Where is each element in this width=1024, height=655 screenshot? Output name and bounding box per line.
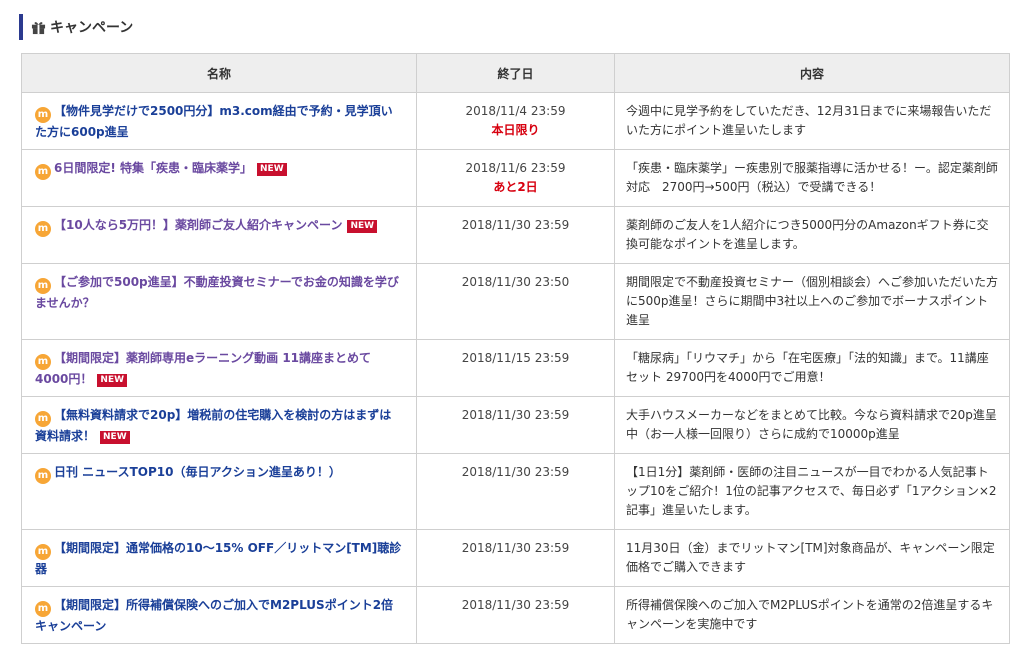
campaign-description: 所得補償保険へのご加入でM2PLUSポイントを通常の2倍進呈するキャンペーンを実… — [614, 586, 1010, 644]
m3-logo-icon: m — [35, 221, 51, 237]
m3-logo-icon: m — [35, 278, 51, 294]
table-header-row: 名称 終了日 内容 — [21, 53, 1010, 93]
table-row: m 【期間限定】通常価格の10～15% OFF／リットマン[TM]聴診器 2018/… — [21, 529, 1010, 587]
campaign-description: 大手ハウスメーカーなどをまとめて比較。今なら資料請求で20p進呈中（お一人様一回… — [614, 396, 1010, 454]
header-content: 内容 — [614, 53, 1010, 93]
end-date: 2018/11/30 23:59 — [461, 218, 570, 232]
campaign-name-cell: m 日刊 ニュースTOP10（毎日アクション進呈あり！） — [21, 453, 417, 530]
campaign-link[interactable]: 【物件見学だけで2500円分】m3.com経由で予約・見学頂いた方に600p進呈 — [35, 104, 393, 139]
campaign-name-cell: m 6日間限定! 特集「疾患・臨床薬学」 NEW — [21, 149, 417, 207]
deadline-label: 本日限り — [491, 123, 540, 137]
campaign-link[interactable]: 【期間限定】通常価格の10～15% OFF／リットマン[TM]聴診器 — [35, 541, 401, 576]
new-badge: NEW — [97, 374, 128, 387]
campaign-link[interactable]: 【期間限定】所得補償保険へのご加入でM2PLUSポイント2倍キャンペーン — [35, 598, 393, 633]
end-date: 2018/11/30 23:59 — [461, 598, 570, 612]
m3-logo-icon: m — [35, 354, 51, 370]
end-date: 2018/11/30 23:59 — [461, 408, 570, 422]
header-accent-bar — [19, 14, 23, 40]
table-row: m 【ご参加で500p進呈】不動産投資セミナーでお金の知識を学びませんか？ 2018… — [21, 263, 1010, 340]
campaign-link[interactable]: 日刊 ニュースTOP10（毎日アクション進呈あり！） — [54, 465, 341, 479]
end-date-cell: 2018/11/4 23:59 本日限り — [416, 92, 615, 150]
end-date-cell: 2018/11/15 23:59 — [416, 339, 615, 397]
campaign-name-cell: m 【期間限定】薬剤師専用eラーニング動画 11講座まとめて4000円！ NEW — [21, 339, 417, 397]
m3-logo-icon: m — [35, 164, 51, 180]
campaign-name-cell: m 【無料資料請求で20p】増税前の住宅購入を検討の方はまずは資料請求！ NEW — [21, 396, 417, 454]
header-end-date: 終了日 — [416, 53, 615, 93]
campaign-name-cell: m 【物件見学だけで2500円分】m3.com経由で予約・見学頂いた方に600p進… — [21, 92, 417, 150]
end-date: 2018/11/6 23:59 — [465, 161, 566, 175]
end-date-cell: 2018/11/30 23:59 — [416, 453, 615, 530]
campaign-link[interactable]: 【期間限定】薬剤師専用eラーニング動画 11講座まとめて4000円！ — [35, 351, 371, 386]
campaign-name-cell: m 【期間限定】所得補償保険へのご加入でM2PLUSポイント2倍キャンペーン — [21, 586, 417, 644]
campaign-description: 「糖尿病」「リウマチ」から「在宅医療」「法的知識」まで。11講座セット 2970… — [614, 339, 1010, 397]
new-badge: NEW — [100, 431, 130, 444]
campaign-name-cell: m 【ご参加で500p進呈】不動産投資セミナーでお金の知識を学びませんか？ — [21, 263, 417, 340]
end-date: 2018/11/15 23:59 — [461, 351, 570, 365]
campaign-description: 薬剤師のご友人を1人紹介につき5000円分のAmazonギフト券に交換可能なポイ… — [614, 206, 1010, 264]
campaign-description: 11月30日（金）までリットマン[TM]対象商品が、キャンペーン限定価格でご購入… — [614, 529, 1010, 587]
table-row: m 【期間限定】所得補償保険へのご加入でM2PLUSポイント2倍キャンペーン 201… — [21, 586, 1010, 644]
campaign-link[interactable]: 【無料資料請求で20p】増税前の住宅購入を検討の方はまずは資料請求！ — [35, 408, 391, 443]
end-date-cell: 2018/11/6 23:59 あと2日 — [416, 149, 615, 207]
m3-logo-icon: m — [35, 411, 51, 427]
m3-logo-icon: m — [35, 107, 51, 123]
end-date-cell: 2018/11/30 23:59 — [416, 529, 615, 587]
deadline-label: あと2日 — [493, 180, 538, 194]
campaign-link[interactable]: 【10人なら5万円！】薬剤師ご友人紹介キャンペーン — [54, 218, 342, 232]
campaign-link[interactable]: 6日間限定! 特集「疾患・臨床薬学」 — [54, 161, 252, 175]
section-header: キャンペーン — [19, 14, 419, 40]
campaign-description: 【1日1分】薬剤師・医師の注目ニュースが一目でわかる人気記事トップ10をご紹介！… — [614, 453, 1010, 530]
end-date: 2018/11/4 23:59 — [465, 104, 566, 118]
campaign-description: 期間限定で不動産投資セミナー（個別相談会）へご参加いただいた方に500p進呈！さ… — [614, 263, 1010, 340]
table-row: m 【期間限定】薬剤師専用eラーニング動画 11講座まとめて4000円！ NEW 20… — [21, 339, 1010, 397]
end-date-cell: 2018/11/30 23:59 — [416, 396, 615, 454]
campaign-name-cell: m 【期間限定】通常価格の10～15% OFF／リットマン[TM]聴診器 — [21, 529, 417, 587]
table-row: m 日刊 ニュースTOP10（毎日アクション進呈あり！） 2018/11/30 23… — [21, 453, 1010, 530]
campaign-description: 「疾患・臨床薬学」ー疾患別で服薬指導に活かせる！ー。認定薬剤師対応 2700円→… — [614, 149, 1010, 207]
header-name: 名称 — [21, 53, 417, 93]
m3-logo-icon: m — [35, 544, 51, 560]
section-title: キャンペーン — [50, 20, 134, 36]
m3-logo-icon: m — [35, 601, 51, 617]
end-date-cell: 2018/11/30 23:59 — [416, 586, 615, 644]
table-row: m 【無料資料請求で20p】増税前の住宅購入を検討の方はまずは資料請求！ NEW 20… — [21, 396, 1010, 454]
m3-logo-icon: m — [35, 468, 51, 484]
end-date: 2018/11/30 23:59 — [461, 541, 570, 555]
campaign-description: 今週中に見学予約をしていただき、12月31日までに来場報告いただいた方にポイント… — [614, 92, 1010, 150]
campaign-name-cell: m 【10人なら5万円！】薬剤師ご友人紹介キャンペーン NEW — [21, 206, 417, 264]
campaign-table: 名称 終了日 内容 m 【物件見学だけで2500円分】m3.com経由で予約・見学… — [21, 53, 1010, 644]
new-badge: NEW — [257, 163, 287, 176]
end-date-cell: 2018/11/30 23:50 — [416, 263, 615, 340]
gift-icon — [31, 21, 46, 34]
end-date: 2018/11/30 23:59 — [461, 465, 570, 479]
end-date: 2018/11/30 23:50 — [461, 275, 570, 289]
campaign-link[interactable]: 【ご参加で500p進呈】不動産投資セミナーでお金の知識を学びませんか？ — [35, 275, 399, 310]
end-date-cell: 2018/11/30 23:59 — [416, 206, 615, 264]
table-row: m 6日間限定! 特集「疾患・臨床薬学」 NEW 2018/11/6 23:59 あと2… — [21, 149, 1010, 207]
new-badge: NEW — [347, 220, 378, 233]
table-row: m 【物件見学だけで2500円分】m3.com経由で予約・見学頂いた方に600p進… — [21, 92, 1010, 150]
table-row: m 【10人なら5万円！】薬剤師ご友人紹介キャンペーン NEW 2018/11/30 … — [21, 206, 1010, 264]
